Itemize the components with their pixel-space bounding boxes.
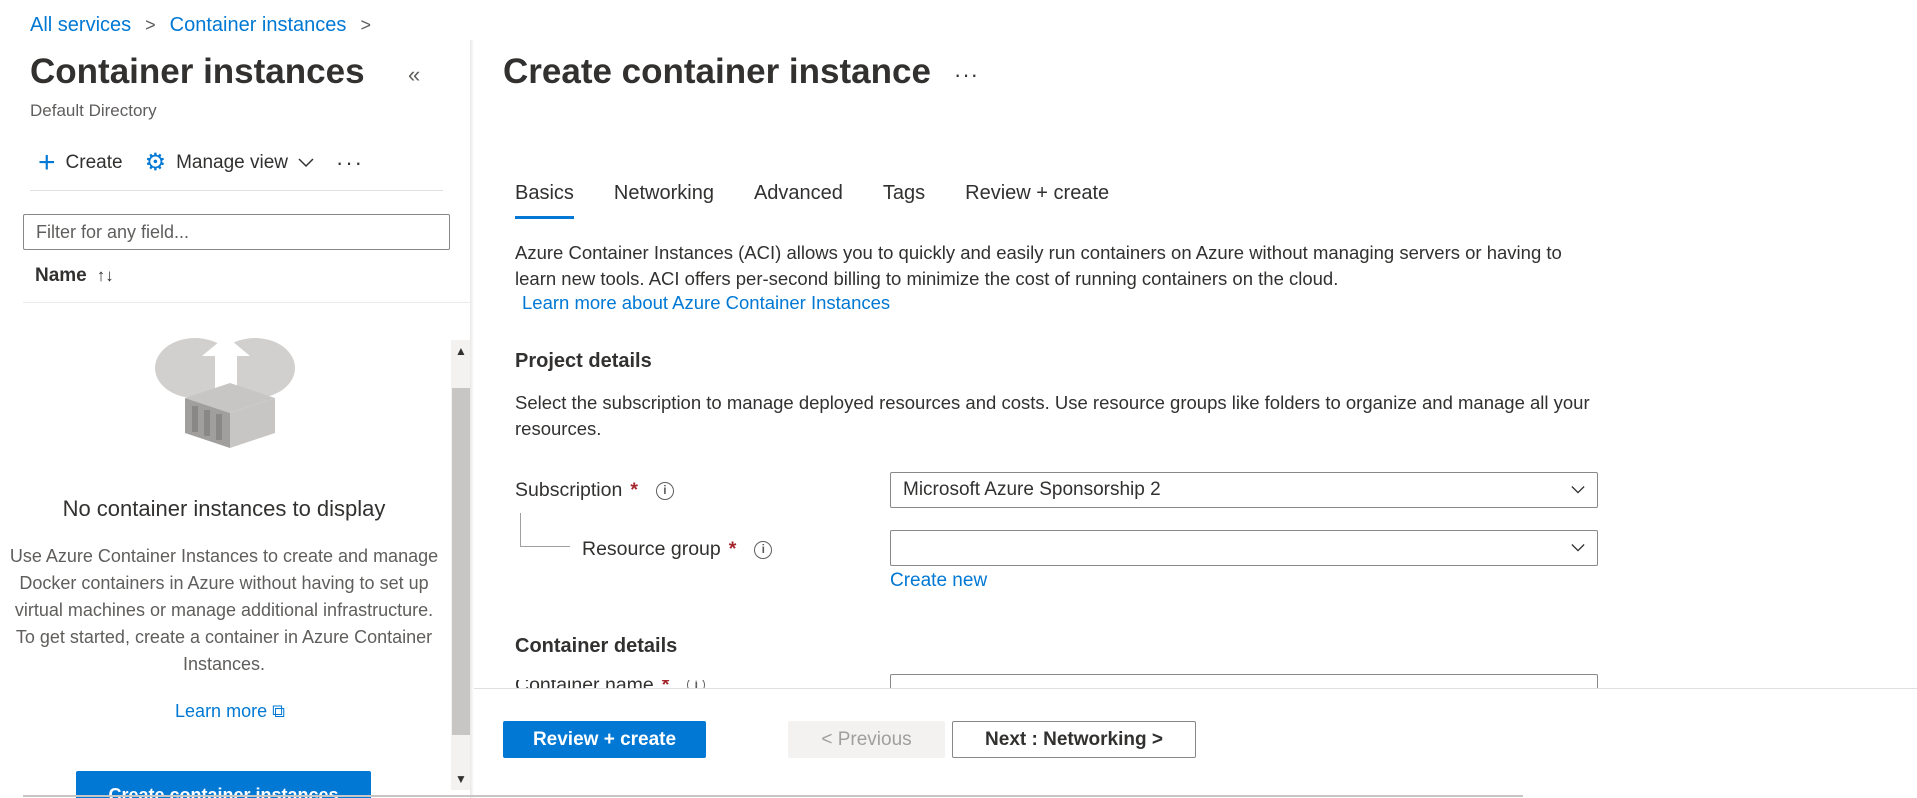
footer-divider [474,688,1917,689]
container-details-heading: Container details [515,635,678,657]
tab-review-create[interactable]: Review + create [965,182,1109,219]
resource-group-label: Resource group * i [582,538,773,561]
name-column-label: Name [35,265,87,286]
info-icon[interactable]: i [655,481,674,500]
project-details-heading: Project details [515,350,652,372]
resource-group-label-text: Resource group [582,538,721,560]
chevron-down-icon [1571,486,1585,494]
wizard-tabs: Basics Networking Advanced Tags Review +… [515,182,1149,219]
learn-more-link[interactable]: Learn more ⧉ [0,701,460,722]
collapse-pane-icon[interactable]: « [408,62,420,88]
tab-networking[interactable]: Networking [614,182,714,219]
column-divider [23,302,473,303]
project-details-description: Select the subscription to manage deploy… [515,392,1590,439]
info-icon[interactable]: i [754,540,773,559]
tab-advanced[interactable]: Advanced [754,182,843,219]
external-link-icon: ⧉ [272,701,285,721]
tab-tags[interactable]: Tags [883,182,925,219]
name-column-header[interactable]: Name ↑↓ [35,265,114,287]
directory-subtitle: Default Directory [30,101,157,120]
chevron-down-icon [298,158,314,168]
scroll-thumb[interactable] [452,388,470,735]
tab-basics[interactable]: Basics [515,182,574,219]
learn-more-aci-link[interactable]: Learn more about Azure Container Instanc… [522,292,890,314]
subscription-label: Subscription * i [515,479,674,502]
sort-icon[interactable]: ↑↓ [97,266,114,286]
resource-group-dropdown[interactable] [890,530,1598,566]
next-networking-button[interactable]: Next : Networking > [952,721,1196,758]
breadcrumb-container-instances[interactable]: Container instances [170,14,347,37]
learn-more-label: Learn more [175,701,268,721]
subscription-dropdown[interactable]: Microsoft Azure Sponsorship 2 [890,472,1598,508]
more-actions-button[interactable]: ··· [336,150,364,176]
left-pane-title: Container instances [30,52,365,91]
create-container-instances-button[interactable]: Create container instances [76,771,371,798]
blade-more-button[interactable]: ··· [954,62,979,88]
blade-title: Create container instance [503,52,931,91]
subscription-label-text: Subscription [515,479,623,501]
breadcrumb-all-services[interactable]: All services [30,14,131,37]
gear-icon: ⚙ [144,149,167,176]
create-label: Create [65,152,123,173]
left-toolbar: + Create ⚙ Manage view ··· [38,148,386,178]
create-button[interactable]: + Create [38,148,123,178]
breadcrumb: All services > Container instances > [30,14,371,37]
required-marker: * [728,538,737,560]
container-cloud-icon [155,338,295,448]
manage-view-button[interactable]: ⚙ Manage view [145,151,314,175]
chevron-right-icon: > [360,15,371,35]
previous-button[interactable]: < Previous [788,721,945,758]
chevron-right-icon: > [145,15,156,35]
manage-view-label: Manage view [176,152,289,173]
pane-divider [470,40,474,798]
toolbar-divider [30,190,443,191]
chevron-down-icon [1571,544,1585,552]
scroll-up-icon[interactable]: ▲ [451,340,471,362]
subscription-value: Microsoft Azure Sponsorship 2 [903,479,1161,500]
required-marker: * [630,479,638,501]
review-create-button[interactable]: Review + create [503,721,706,758]
create-new-resource-group-link[interactable]: Create new [890,570,987,592]
bottom-border [23,795,1523,797]
scroll-down-icon[interactable]: ▼ [451,768,471,790]
intro-text: Azure Container Instances (ACI) allows y… [515,242,1562,289]
empty-state-description: Use Azure Container Instances to create … [9,546,439,674]
tree-connector [520,513,521,546]
plus-icon: + [38,146,56,179]
empty-state-title: No container instances to display [62,496,386,521]
tree-connector [520,546,570,547]
filter-input[interactable] [23,214,450,250]
